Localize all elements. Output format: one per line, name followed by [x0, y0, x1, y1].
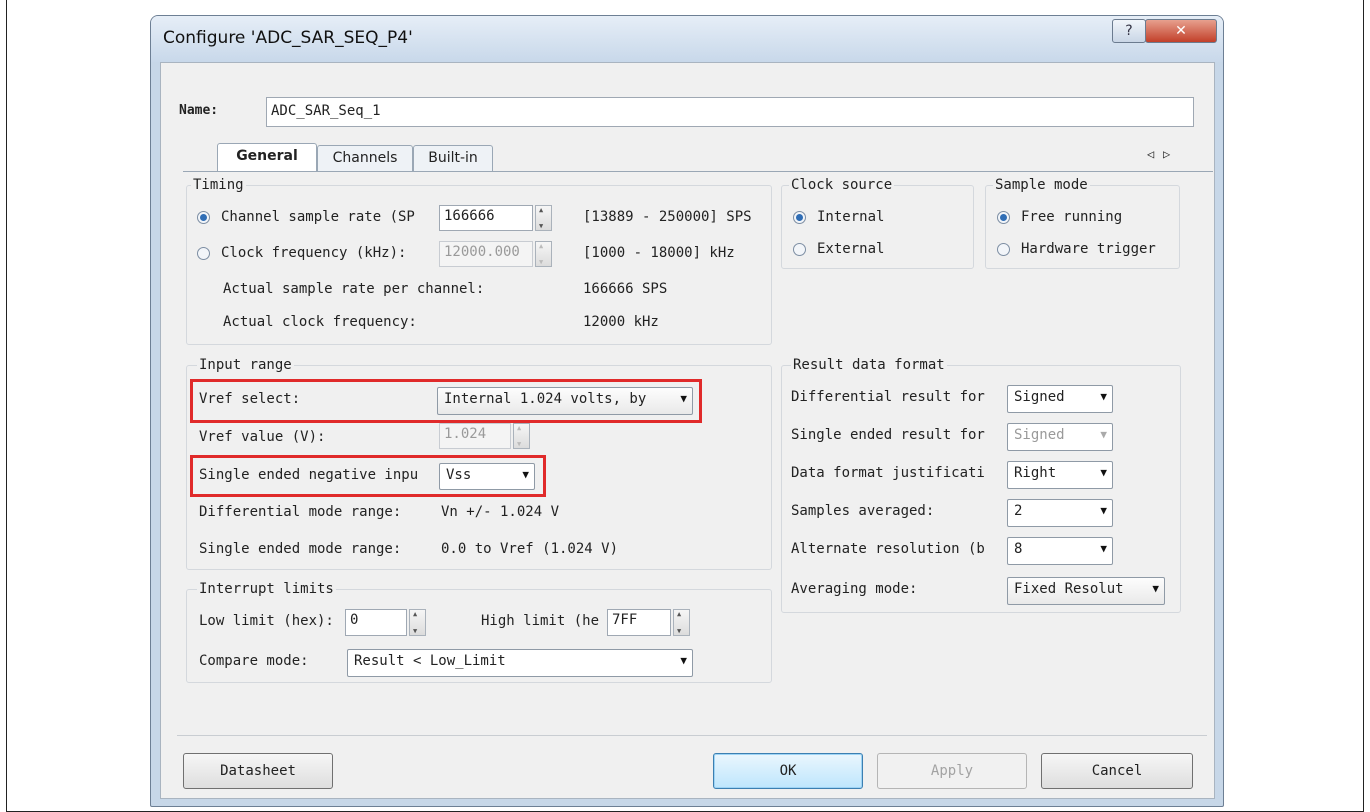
cancel-button[interactable]: Cancel: [1041, 753, 1193, 789]
samples-averaged-dropdown[interactable]: 2 ▼: [1007, 499, 1113, 527]
justification-label: Data format justificati: [791, 465, 985, 481]
single-negative-label: Single ended negative inpu: [199, 467, 419, 483]
single-format-value: Signed: [1014, 427, 1065, 443]
chevron-down-icon: ▼: [1152, 582, 1159, 595]
name-field[interactable]: ADC_SAR_Seq_1: [266, 97, 1194, 127]
diff-format-label: Differential result for: [791, 389, 985, 405]
tab-scroll-right-icon[interactable]: ▷: [1163, 147, 1170, 161]
tab-underline: [183, 171, 1213, 172]
chevron-down-icon: ▼: [1100, 466, 1107, 479]
diff-range-value: Vn +/- 1.024 V: [441, 504, 560, 520]
clock-external-label: External: [817, 241, 885, 257]
diff-range-label: Differential mode range:: [199, 504, 402, 520]
channel-rate-spinner[interactable]: [535, 205, 552, 231]
free-running-radio[interactable]: [997, 211, 1010, 224]
clock-external-radio[interactable]: [793, 243, 806, 256]
clock-freq-spinner[interactable]: [535, 241, 552, 267]
datasheet-button[interactable]: Datasheet: [183, 753, 333, 789]
apply-button[interactable]: Apply: [877, 753, 1027, 789]
tab-built-in[interactable]: Built-in: [413, 145, 493, 171]
single-format-label: Single ended result for: [791, 427, 985, 443]
vref-value-label: Vref value (V):: [199, 429, 326, 445]
title-bar: Configure 'ADC_SAR_SEQ_P4' ? ✕: [151, 16, 1223, 62]
high-limit-spinner[interactable]: [673, 609, 690, 636]
chevron-down-icon: ▼: [1100, 542, 1107, 555]
single-range-label: Single ended mode range:: [199, 541, 402, 557]
clock-source-title: Clock source: [789, 177, 895, 193]
alt-resolution-dropdown[interactable]: 8 ▼: [1007, 537, 1113, 565]
actual-clock-label: Actual clock frequency:: [223, 314, 417, 330]
low-limit-input[interactable]: 0: [345, 609, 407, 636]
result-format-title: Result data format: [791, 357, 947, 373]
averaging-mode-value: Fixed Resolut: [1014, 581, 1124, 597]
interrupt-title: Interrupt limits: [197, 581, 336, 597]
channel-rate-radio[interactable]: [197, 211, 210, 224]
chevron-down-icon: ▼: [522, 468, 529, 481]
name-label: Name:: [179, 103, 219, 118]
actual-clock-value: 12000 kHz: [583, 314, 659, 330]
clock-freq-radio[interactable]: [197, 247, 210, 260]
tab-channels[interactable]: Channels: [317, 145, 413, 171]
vref-value-input[interactable]: 1.024: [439, 423, 511, 449]
actual-rate-value: 166666 SPS: [583, 281, 668, 297]
vref-select-label: Vref select:: [199, 391, 301, 407]
chevron-down-icon: ▼: [1100, 390, 1107, 403]
clock-freq-label: Clock frequency (kHz):: [221, 245, 407, 261]
single-range-value: 0.0 to Vref (1.024 V): [441, 541, 619, 557]
single-format-dropdown[interactable]: Signed ▼: [1007, 423, 1113, 451]
samples-averaged-value: 2: [1014, 503, 1023, 519]
compare-mode-label: Compare mode:: [199, 653, 309, 669]
clock-internal-label: Internal: [817, 209, 885, 225]
high-limit-input[interactable]: 7FF: [607, 609, 671, 636]
justification-value: Right: [1014, 465, 1057, 481]
averaging-mode-dropdown[interactable]: Fixed Resolut ▼: [1007, 577, 1165, 605]
alt-resolution-value: 8: [1014, 541, 1023, 557]
high-limit-label: High limit (he: [481, 613, 600, 629]
diff-format-dropdown[interactable]: Signed ▼: [1007, 385, 1113, 413]
alt-resolution-label: Alternate resolution (b: [791, 541, 985, 557]
dialog-body: Name: ADC_SAR_Seq_1 General Channels Bui…: [160, 62, 1215, 799]
free-running-label: Free running: [1021, 209, 1123, 225]
channel-rate-label: Channel sample rate (SP: [221, 209, 415, 225]
clock-internal-radio[interactable]: [793, 211, 806, 224]
window-title: Configure 'ADC_SAR_SEQ_P4': [163, 28, 413, 48]
vref-select-dropdown[interactable]: Internal 1.024 volts, by ▼: [437, 387, 693, 415]
tab-general[interactable]: General: [217, 143, 317, 171]
chevron-down-icon: ▼: [680, 392, 687, 405]
tab-scroll-left-icon[interactable]: ◁: [1147, 147, 1154, 161]
diff-format-value: Signed: [1014, 389, 1065, 405]
configure-dialog: Configure 'ADC_SAR_SEQ_P4' ? ✕ Name: ADC…: [150, 15, 1224, 807]
help-button[interactable]: ?: [1112, 19, 1146, 43]
chevron-down-icon: ▼: [680, 654, 687, 667]
footer-separator: [177, 735, 1207, 736]
low-limit-spinner[interactable]: [409, 609, 426, 636]
ok-button[interactable]: OK: [713, 753, 863, 789]
hardware-trigger-label: Hardware trigger: [1021, 241, 1156, 257]
chevron-down-icon: ▼: [1100, 428, 1107, 441]
hardware-trigger-radio[interactable]: [997, 243, 1010, 256]
input-range-title: Input range: [197, 357, 294, 373]
samples-averaged-label: Samples averaged:: [791, 503, 935, 519]
timing-title: Timing: [191, 177, 246, 193]
vref-value-spinner[interactable]: [513, 423, 530, 449]
clock-freq-input[interactable]: 12000.000: [439, 241, 533, 267]
actual-rate-label: Actual sample rate per channel:: [223, 281, 485, 297]
justification-dropdown[interactable]: Right ▼: [1007, 461, 1113, 489]
compare-mode-dropdown[interactable]: Result < Low_Limit ▼: [347, 649, 693, 677]
averaging-mode-label: Averaging mode:: [791, 581, 918, 597]
single-negative-value: Vss: [446, 467, 472, 483]
channel-rate-range: [13889 - 250000] SPS: [583, 209, 752, 225]
clock-freq-range: [1000 - 18000] kHz: [583, 245, 735, 261]
channel-rate-input[interactable]: 166666: [439, 205, 533, 231]
single-negative-dropdown[interactable]: Vss ▼: [439, 463, 535, 490]
close-button[interactable]: ✕: [1145, 19, 1217, 43]
chevron-down-icon: ▼: [1100, 504, 1107, 517]
vref-select-value: Internal 1.024 volts, by: [444, 391, 647, 407]
low-limit-label: Low limit (hex):: [199, 613, 334, 629]
sample-mode-title: Sample mode: [993, 177, 1090, 193]
compare-mode-value: Result < Low_Limit: [354, 653, 506, 669]
